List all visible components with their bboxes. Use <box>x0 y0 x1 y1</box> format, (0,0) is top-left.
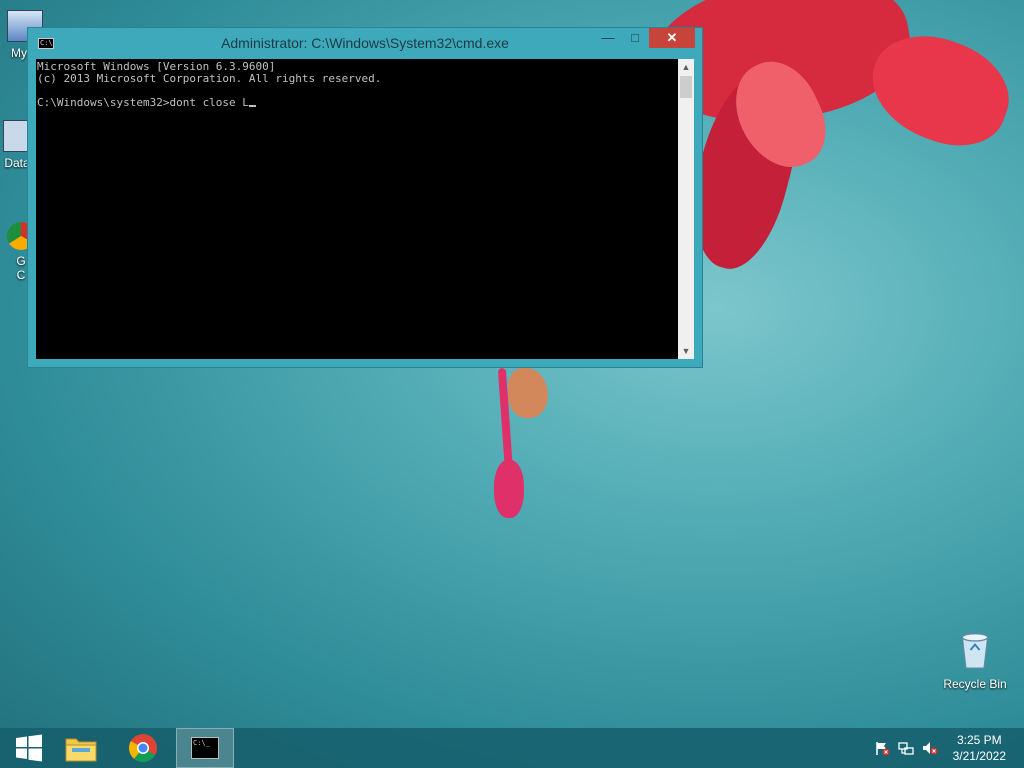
vertical-scrollbar[interactable]: ▲ ▼ <box>678 59 694 359</box>
close-button[interactable]: ✕ <box>649 28 695 48</box>
console-line: C:\Windows\system32>dont close L <box>37 96 249 109</box>
taskbar: C:\_ 3:25 PM 3/21/2022 <box>0 728 1024 768</box>
desktop-icon-label: C <box>16 268 26 282</box>
console-line: (c) 2013 Microsoft Corporation. All righ… <box>37 72 382 85</box>
windows-logo-icon <box>16 734 42 762</box>
maximize-button[interactable]: □ <box>622 28 648 48</box>
scroll-up-icon[interactable]: ▲ <box>678 59 694 75</box>
desktop-icon-recycle-bin[interactable]: Recycle Bin <box>940 630 1010 691</box>
text-cursor <box>248 105 256 107</box>
clock-date: 3/21/2022 <box>952 749 1006 763</box>
desktop-icon-label: Recycle Bin <box>943 677 1007 691</box>
cmd-window[interactable]: C:\ Administrator: C:\Windows\System32\c… <box>27 27 703 368</box>
file-explorer-icon <box>65 738 97 762</box>
console-prompt-line: C:\Windows\system32>dont close L <box>37 97 678 109</box>
desktop-icon-label: Data <box>4 156 30 170</box>
volume-muted-icon[interactable] <box>922 740 938 756</box>
cmd-icon: C:\_ <box>191 737 219 759</box>
network-icon[interactable] <box>898 740 914 756</box>
minimize-button[interactable]: — <box>595 28 621 48</box>
minimize-icon: — <box>601 30 615 45</box>
taskbar-file-explorer[interactable] <box>52 728 110 768</box>
chrome-icon <box>129 734 157 762</box>
scroll-down-icon[interactable]: ▼ <box>678 343 694 359</box>
desktop-icon-label: G <box>16 254 26 268</box>
maximize-icon: □ <box>631 30 639 45</box>
system-clock[interactable]: 3:25 PM 3/21/2022 <box>953 732 1006 764</box>
scroll-thumb[interactable] <box>680 76 692 98</box>
title-bar[interactable]: C:\ Administrator: C:\Windows\System32\c… <box>28 28 702 58</box>
action-center-flag-icon[interactable] <box>874 740 890 756</box>
taskbar-cmd[interactable]: C:\_ <box>176 728 234 768</box>
clock-time: 3:25 PM <box>956 733 1002 747</box>
start-button[interactable] <box>0 728 58 768</box>
taskbar-chrome[interactable] <box>114 728 172 768</box>
close-icon: ✕ <box>666 30 678 45</box>
console-output[interactable]: Microsoft Windows [Version 6.3.9600] (c) … <box>36 59 678 359</box>
recycle-bin-icon <box>961 632 989 669</box>
